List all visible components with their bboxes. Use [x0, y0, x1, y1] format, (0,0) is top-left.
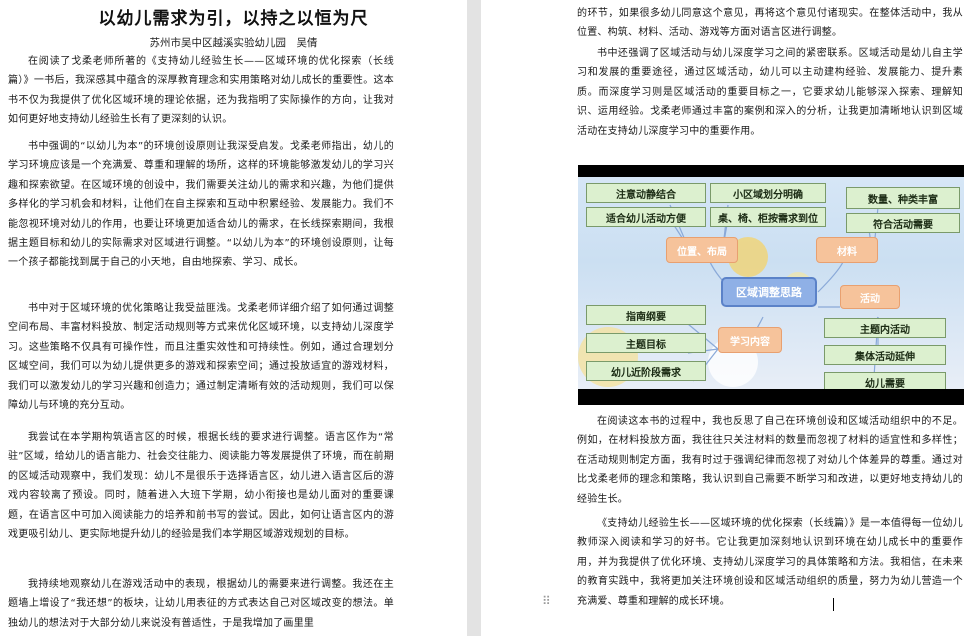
paragraph-1: 在阅读了戈柔老师所著的《支持幼儿经验生长——区域环境的优化探索（长线篇）》一书后… — [8, 56, 394, 126]
mindmap-center: 区域调整思路 — [721, 277, 817, 307]
branch-content: 学习内容 — [718, 327, 782, 353]
paragraph-7: 书中还强调了区域活动与幼儿深度学习之间的紧密联系。区域活动是幼儿自主学习和发展的… — [577, 48, 963, 137]
leaf-material-2: 符合活动需要 — [846, 213, 960, 233]
branch-activity: 活动 — [840, 285, 900, 309]
branch-layout: 位置、布局 — [666, 237, 738, 263]
document-page-left: 以幼儿需求为引，以持之以恒为尺 苏州市吴中区越溪实验幼儿园 吴倩 在阅读了戈柔老… — [0, 0, 467, 636]
document-page-right: 的环节，如果很多幼儿同意这个意见，再将这个意见付诸现实。在整体活动中，我从位置、… — [481, 0, 972, 636]
author-line: 苏州市吴中区越溪实验幼儿园 吴倩 — [149, 37, 318, 49]
page-gutter — [467, 0, 481, 636]
paragraph-3: 书中对于区域环境的优化策略让我受益匪浅。戈柔老师详细介绍了如何通过调整空间布局、… — [8, 303, 394, 412]
leaf-activity-2: 集体活动延伸 — [824, 345, 946, 365]
mindmap-canvas: 注意动静结合 小区域划分明确 适合幼儿活动方便 桌、椅、柜按需求到位 数量、种类… — [578, 177, 964, 389]
paragraph-6: 的环节，如果很多幼儿同意这个意见，再将这个意见付诸现实。在整体活动中，我从位置、… — [577, 8, 963, 39]
paragraph-2: 书中强调的“以幼儿为本”的环境创设原则让我深受启发。戈柔老师指出，幼儿的学习环境… — [8, 141, 394, 269]
branch-material: 材料 — [816, 237, 878, 263]
leaf-layout-1: 注意动静结合 — [586, 183, 706, 203]
leaf-content-3: 幼儿近阶段需求 — [586, 361, 706, 381]
text-cursor — [833, 598, 834, 611]
leaf-layout-3: 适合幼儿活动方便 — [586, 207, 706, 227]
paragraph-4: 我尝试在本学期构筑语言区的时候，根据长线的要求进行调整。语言区作为“常驻”区域，… — [8, 432, 394, 541]
leaf-content-1: 指南纲要 — [586, 305, 706, 325]
adjustment-mindmap-image[interactable]: 注意动静结合 小区域划分明确 适合幼儿活动方便 桌、椅、柜按需求到位 数量、种类… — [578, 165, 964, 405]
leaf-content-2: 主题目标 — [586, 333, 706, 353]
drag-handle-icon[interactable]: ⠿ — [542, 594, 551, 608]
paragraph-9: 《支持幼儿经验生长——区域环境的优化探索（长线篇）》是一本值得每一位幼儿教师深入… — [577, 518, 963, 607]
leaf-layout-2: 小区域划分明确 — [710, 183, 826, 203]
paragraph-8: 在阅读这本书的过程中，我也反思了自己在环境创设和区域活动组织中的不足。例如，在材… — [577, 416, 963, 505]
leaf-activity-3: 幼儿需要 — [824, 372, 946, 389]
leaf-material-1: 数量、种类丰富 — [846, 187, 960, 209]
leaf-layout-4: 桌、椅、柜按需求到位 — [710, 207, 826, 227]
paragraph-5: 我持续地观察幼儿在游戏活动中的表现，根据幼儿的需要来进行调整。我还在主题墙上增设… — [8, 579, 394, 629]
document-title: 以幼儿需求为引，以持之以恒为尺 — [98, 9, 369, 29]
leaf-activity-1: 主题内活动 — [824, 318, 946, 338]
